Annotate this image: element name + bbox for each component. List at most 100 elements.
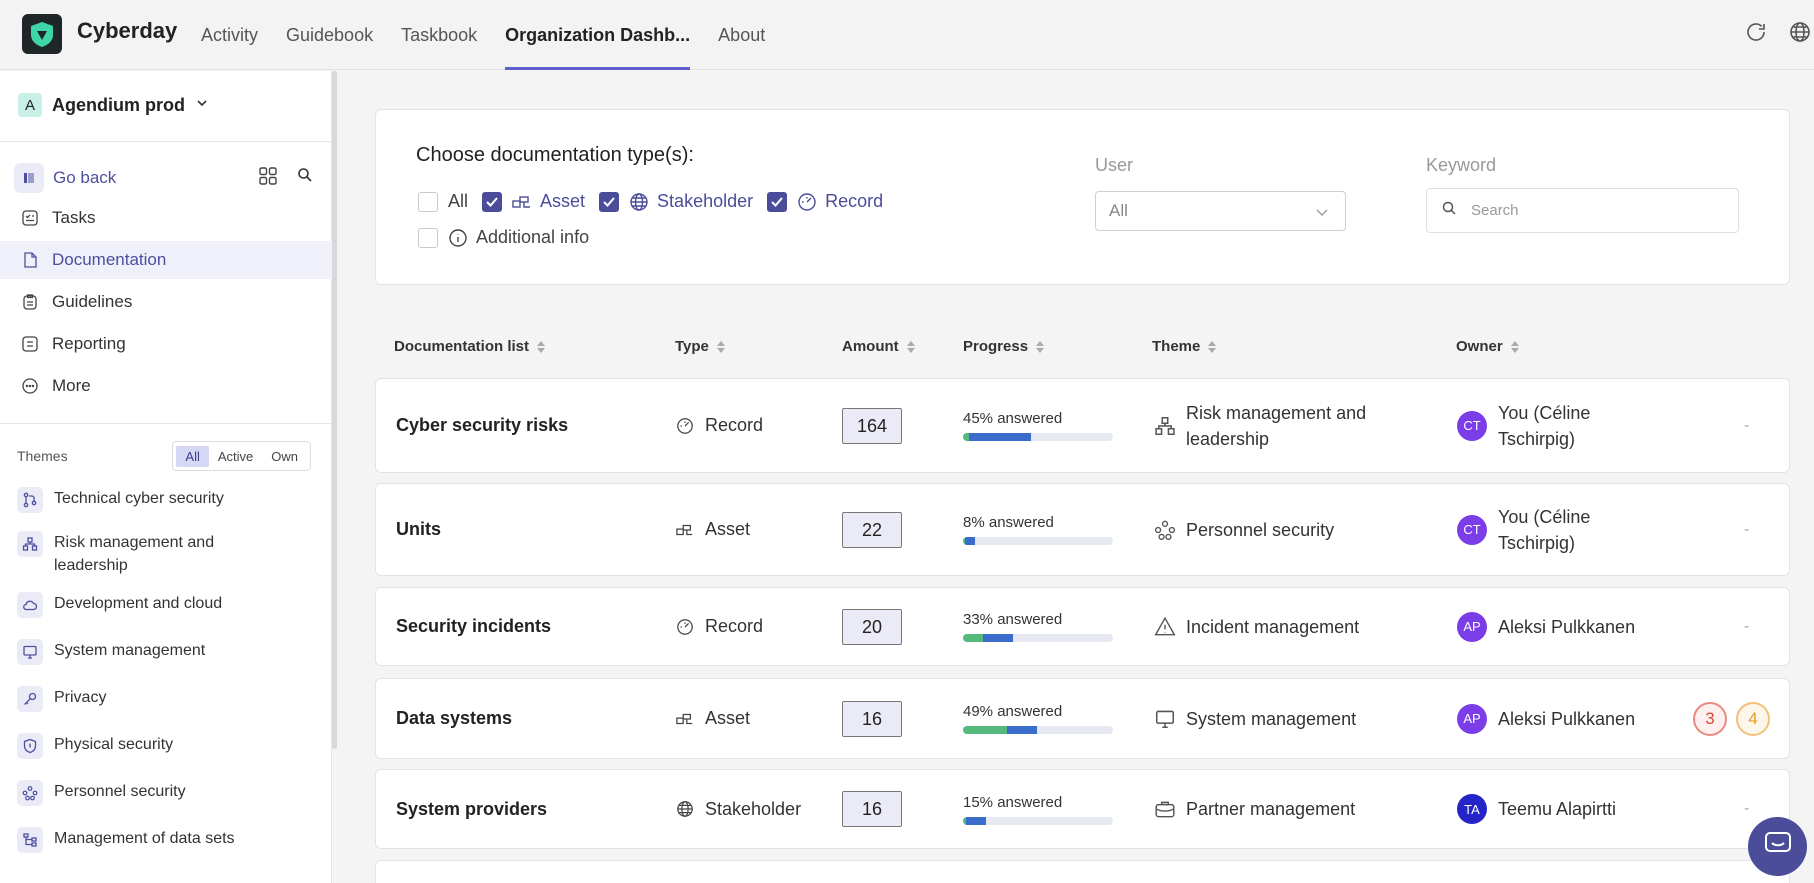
row-amount[interactable]: 20: [842, 609, 902, 645]
column-header-documentation-list[interactable]: Documentation list: [394, 338, 546, 355]
avatar: AP: [1457, 703, 1487, 734]
globe-icon[interactable]: [1788, 20, 1814, 46]
sidebar-item-guidelines[interactable]: Guidelines: [0, 283, 332, 321]
column-header-progress[interactable]: Progress: [963, 338, 1045, 355]
row-amount[interactable]: 16: [842, 701, 902, 737]
theme-item-physical-security[interactable]: Physical security: [17, 733, 317, 759]
theme-filter-own[interactable]: Own: [262, 446, 307, 467]
table-row[interactable]: Security incidents Record 20 33% answere…: [375, 587, 1790, 666]
chat-icon: [1764, 831, 1792, 862]
progress-bar: [963, 816, 1113, 825]
cyberday-logo[interactable]: [22, 14, 62, 54]
sidebar-scrollbar[interactable]: [332, 71, 337, 749]
more-icon: [20, 376, 40, 396]
main-nav: Activity Guidebook Taskbook Organization…: [201, 0, 793, 70]
checkbox-stakeholder[interactable]: [599, 191, 620, 212]
count-badge-orange[interactable]: 4: [1736, 701, 1770, 736]
chat-button[interactable]: [1748, 817, 1807, 876]
column-header-amount[interactable]: Amount: [842, 338, 915, 355]
grid-view-icon[interactable]: [258, 166, 278, 191]
sidebar-item-reporting[interactable]: Reporting: [0, 325, 332, 363]
checkbox-asset[interactable]: [482, 191, 503, 212]
user-select[interactable]: All: [1095, 191, 1346, 231]
asset-icon: [512, 195, 532, 209]
globe-icon: [629, 192, 649, 212]
row-amount[interactable]: 164: [842, 408, 902, 444]
theme-item-management-of-data-sets[interactable]: Management of data sets: [17, 827, 317, 853]
label-additional-info: Additional info: [448, 227, 589, 248]
theme-filter-active[interactable]: Active: [209, 446, 262, 467]
table-row[interactable]: System providers Stakeholder 16 15% answ…: [375, 769, 1790, 849]
avatar: AP: [1457, 611, 1487, 642]
user-label: User: [1095, 155, 1134, 175]
checkbox-record[interactable]: [767, 191, 788, 212]
column-header-type[interactable]: Type: [675, 338, 725, 355]
row-name[interactable]: Data systems: [396, 679, 512, 758]
asset-icon: [676, 712, 694, 726]
org-switcher[interactable]: A Agendium prod: [18, 93, 209, 117]
info-icon: [448, 228, 468, 248]
go-back-icon[interactable]: [14, 163, 44, 193]
row-progress: 15% answered: [963, 770, 1113, 848]
key-icon: [17, 686, 43, 712]
label-record: Record: [797, 191, 883, 212]
row-type-label: Stakeholder: [705, 798, 802, 819]
nav-guidebook[interactable]: Guidebook: [286, 0, 373, 70]
themes-header: Themes All Active Own: [17, 441, 313, 471]
sort-icon: [1208, 340, 1217, 353]
type-checkbox-row: All Asset Stakeholder Record: [418, 191, 897, 212]
row-name[interactable]: Security incidents: [396, 588, 551, 665]
nav-about[interactable]: About: [718, 0, 765, 70]
table-row[interactable]: Data systems Asset 16 49% answered Syste…: [375, 678, 1790, 759]
count-badge-red[interactable]: 3: [1693, 701, 1727, 736]
theme-item-personnel-security[interactable]: Personnel security: [17, 780, 317, 806]
row-name[interactable]: Units: [396, 484, 441, 575]
row-name[interactable]: Cyber security risks: [396, 379, 568, 472]
row-extra: -: [1744, 617, 1750, 635]
table-row[interactable]: Units Asset 22 8% answered Personnel sec…: [375, 483, 1790, 576]
theme-label: Technical cyber security: [54, 490, 224, 507]
theme-item-development-and-cloud[interactable]: Development and cloud: [17, 592, 317, 618]
chevron-down-icon: [195, 96, 209, 115]
nav-organization-dashboard[interactable]: Organization Dashb...: [505, 0, 691, 70]
search-input[interactable]: [1471, 202, 1711, 219]
theme-filter-toggle: All Active Own: [172, 441, 311, 471]
progress-bar: [963, 433, 1113, 441]
row-amount[interactable]: 16: [842, 791, 902, 827]
nav-taskbook[interactable]: Taskbook: [401, 0, 477, 70]
sidebar-item-documentation[interactable]: Documentation: [0, 241, 332, 279]
theme-item-technical-cyber-security[interactable]: Technical cyber security: [17, 487, 317, 513]
table-row[interactable]: Cyber security risks Record 164 45% answ…: [375, 378, 1790, 473]
column-header-owner[interactable]: Owner: [1456, 338, 1519, 355]
theme-label: Risk management and leadership: [1186, 402, 1367, 449]
checkbox-all[interactable]: [418, 191, 438, 212]
sidebar-item-more[interactable]: More: [0, 367, 332, 405]
briefcase-icon: [1154, 798, 1176, 820]
table-row[interactable]: [375, 860, 1790, 883]
table-header: Documentation list Type Amount Progress …: [375, 330, 1790, 364]
row-name[interactable]: System providers: [396, 770, 547, 848]
theme-item-privacy[interactable]: Privacy: [17, 686, 317, 712]
label-stakeholder-text: Stakeholder: [657, 191, 754, 211]
shield-icon: [17, 733, 43, 759]
row-type: Record: [676, 588, 763, 665]
header-label: Owner: [1456, 338, 1503, 355]
search-icon[interactable]: [296, 166, 314, 191]
keyword-search: [1426, 188, 1739, 233]
filter-title: Choose documentation type(s):: [416, 144, 694, 166]
gauge-icon: [676, 618, 694, 636]
sidebar-item-label: Guidelines: [52, 292, 133, 311]
sidebar-item-tasks[interactable]: Tasks: [0, 199, 332, 237]
row-theme: Risk management and leadership: [1154, 379, 1391, 472]
checkbox-additional-info[interactable]: [418, 227, 438, 248]
theme-filter-all[interactable]: All: [176, 445, 209, 467]
theme-item-risk-management[interactable]: Risk management and leadership: [17, 531, 317, 577]
row-amount[interactable]: 22: [842, 512, 902, 548]
theme-item-system-management[interactable]: System management: [17, 639, 317, 665]
progress-label: 8% answered: [963, 514, 1054, 531]
column-header-theme[interactable]: Theme: [1152, 338, 1217, 355]
nav-activity[interactable]: Activity: [201, 0, 258, 70]
refresh-icon[interactable]: [1744, 20, 1770, 46]
label-additional-info-text: Additional info: [476, 227, 590, 247]
go-back-link[interactable]: Go back: [53, 168, 116, 188]
